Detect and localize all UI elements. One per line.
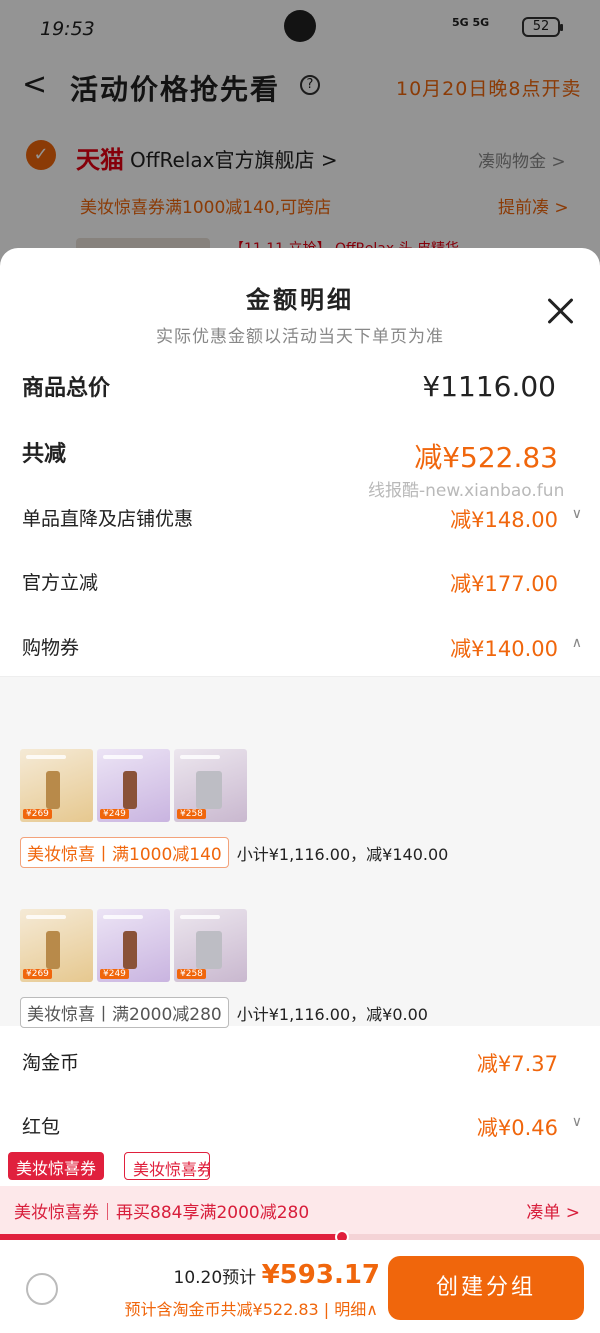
coupon-group-line: 美妆惊喜丨满1000减140 小计¥1,116.00，减¥140.00 <box>20 837 448 868</box>
coupon-tag[interactable]: 美妆惊喜券 <box>124 1152 210 1180</box>
product-thumb[interactable]: ¥269 <box>20 749 93 822</box>
row-label: 商品总价 <box>22 376 111 401</box>
close-icon[interactable] <box>544 294 578 328</box>
row-label: 官方立减 <box>22 572 99 594</box>
product-thumb[interactable]: ¥258 <box>174 909 247 982</box>
estimated-price: 10.20预计 ¥593.17 <box>174 1260 381 1290</box>
checkout-footer: 10.20预计 ¥593.17 预计含淘金币共减¥522.83 | 明细∧ 创建… <box>0 1240 600 1333</box>
row-value: 减¥522.83 <box>414 441 558 474</box>
thumb-price-tag: ¥258 <box>177 809 206 819</box>
floating-coupon-tags: 美妆惊喜券 美妆惊喜券 <box>0 1146 600 1186</box>
row-label: 共减 <box>22 442 67 467</box>
chevron-up-icon[interactable]: ∧ <box>572 635 582 651</box>
row-value: 减¥177.00 <box>450 572 558 596</box>
coupon-pill[interactable]: 美妆惊喜丨满2000减280 <box>20 997 229 1028</box>
estimate-label: 10.20预计 <box>173 1268 257 1288</box>
product-thumb[interactable]: ¥249 <box>97 749 170 822</box>
row-value: ¥1116.00 <box>422 370 556 403</box>
coupon-group-line: 美妆惊喜丨满2000减280 小计¥1,116.00，减¥0.00 <box>20 997 428 1028</box>
row-label: 淘金币 <box>22 1052 80 1074</box>
coupon-summary: 小计¥1,116.00，减¥140.00 <box>236 844 449 864</box>
thumb-price-tag: ¥269 <box>23 969 52 979</box>
row-value: 减¥7.37 <box>476 1052 558 1076</box>
chevron-down-icon[interactable]: ∨ <box>572 506 582 522</box>
thumb-price-tag: ¥258 <box>177 969 206 979</box>
coupon-product-thumbs: ¥269 ¥249 ¥258 <box>20 909 247 982</box>
thumb-price-tag: ¥249 <box>100 809 129 819</box>
row-value: 减¥0.46 <box>476 1116 558 1140</box>
estimate-amount: ¥593.17 <box>261 1260 380 1290</box>
row-value: 减¥148.00 <box>450 508 558 532</box>
promo-strip: 美妆惊喜券｜再买884享满2000减280 凑单 > <box>0 1186 600 1234</box>
promo-strip-text: 美妆惊喜券｜再买884享满2000减280 <box>14 1203 310 1223</box>
thumb-price-tag: ¥249 <box>100 969 129 979</box>
sheet-title: 金额明细 <box>246 286 354 314</box>
product-thumb[interactable]: ¥249 <box>97 909 170 982</box>
add-items-link[interactable]: 凑单 > <box>526 1198 580 1223</box>
thumb-price-tag: ¥269 <box>23 809 52 819</box>
estimate-detail-link[interactable]: 预计含淘金币共减¥522.83 | 明细∧ <box>125 1296 378 1320</box>
amount-detail-sheet: 金额明细 实际优惠金额以活动当天下单页为准 商品总价 ¥1116.00 共减 减… <box>0 248 600 1333</box>
select-all-radio[interactable] <box>26 1273 58 1305</box>
sheet-subtitle: 实际优惠金额以活动当天下单页为准 <box>156 327 444 347</box>
chevron-down-icon[interactable]: ∨ <box>572 1114 582 1130</box>
coupon-product-thumbs: ¥269 ¥249 ¥258 <box>20 749 247 822</box>
coupon-pill[interactable]: 美妆惊喜丨满1000减140 <box>20 837 229 868</box>
row-label: 红包 <box>22 1116 61 1138</box>
coupon-detail-panel: ¥269 ¥249 ¥258 美妆惊喜丨满1000减140 小计¥1,116.0… <box>0 676 600 1028</box>
coupon-summary: 小计¥1,116.00，减¥0.00 <box>236 1004 428 1024</box>
row-value: 减¥140.00 <box>450 637 558 661</box>
create-group-button[interactable]: 创建分组 <box>388 1256 584 1320</box>
row-label: 单品直降及店铺优惠 <box>22 508 194 530</box>
watermark: 线报酷-new.xianbao.fun <box>368 481 565 501</box>
coupon-tag-active[interactable]: 美妆惊喜券 <box>8 1152 105 1180</box>
row-label: 购物券 <box>22 637 80 659</box>
product-thumb[interactable]: ¥258 <box>174 749 247 822</box>
product-thumb[interactable]: ¥269 <box>20 909 93 982</box>
